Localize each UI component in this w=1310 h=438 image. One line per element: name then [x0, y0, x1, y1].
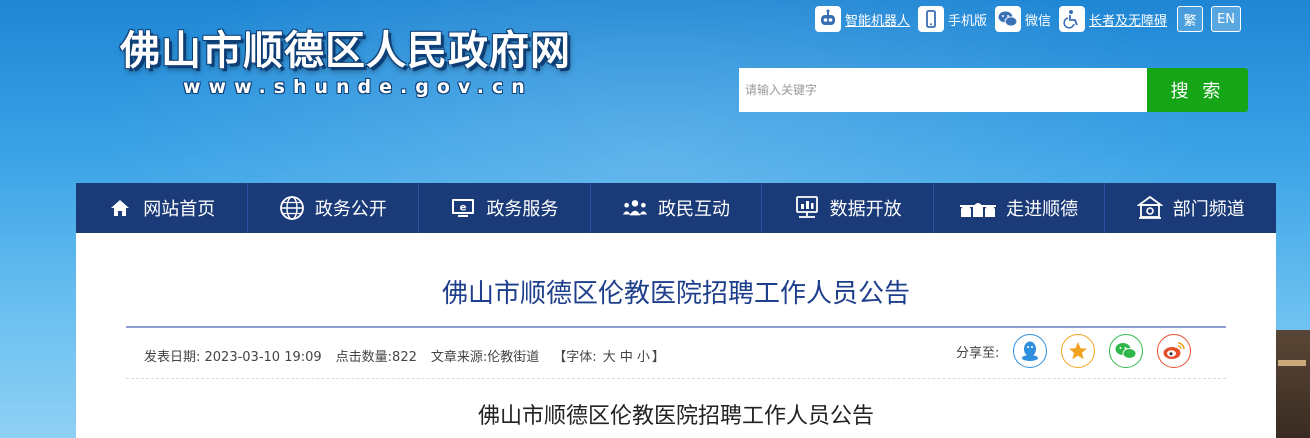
home-icon: [107, 195, 133, 221]
top-link-wechat-label: 微信: [1025, 13, 1052, 29]
publish-date: 发表日期: 2023-03-10 19:09: [144, 349, 322, 365]
font-size-suffix: 】: [651, 349, 665, 365]
top-link-robot-label: 智能机器人: [845, 13, 911, 29]
article-body-title: 佛山市顺德区伦教医院招聘工作人员公告: [477, 404, 874, 429]
nav-item-label: 走进顺德: [1006, 199, 1079, 220]
nav-item-label: 网站首页: [143, 199, 216, 220]
nav-item-interaction[interactable]: 政民互动: [591, 183, 763, 233]
font-size-large[interactable]: 大: [603, 350, 616, 365]
article-panel: 佛山市顺德区伦教医院招聘工作人员公告 发表日期: 2023-03-10 19:0…: [76, 233, 1276, 438]
nav-item-label: 政务服务: [486, 199, 559, 220]
nav-item-shunde[interactable]: 走进顺德: [934, 183, 1106, 233]
font-size-control: 【字体: 大中小】: [553, 346, 665, 365]
globe-icon: [279, 195, 305, 221]
article-source: 文章来源:伦教街道: [430, 349, 540, 365]
building-decoration: [1274, 330, 1310, 438]
nav-item-home[interactable]: 网站首页: [76, 183, 248, 233]
top-link-wechat[interactable]: 微信: [995, 6, 1051, 32]
article-title: 佛山市顺德区伦教医院招聘工作人员公告: [441, 279, 910, 309]
meta-divider: [126, 378, 1226, 379]
landmark-icon: [960, 195, 997, 221]
qq-icon[interactable]: [1013, 334, 1048, 368]
top-link-accessibility-label: 长者及无障碍: [1089, 13, 1168, 29]
department-icon: [1136, 195, 1163, 221]
wechat-icon: [995, 6, 1022, 32]
article-meta: 发表日期: 2023-03-10 19:09 点击数量:822 文章来源:伦教街…: [144, 343, 679, 367]
search-input[interactable]: [739, 68, 1147, 112]
lang-traditional-button[interactable]: 繁: [1177, 6, 1204, 32]
search-button[interactable]: 搜 索: [1147, 68, 1248, 112]
top-link-mobile-label: 手机版: [948, 13, 988, 29]
nav-item-gov-services[interactable]: e 政务服务: [419, 183, 591, 233]
nav-item-label: 政民互动: [658, 199, 731, 220]
nav-item-open-data[interactable]: 数据开放: [762, 183, 934, 233]
nav-item-label: 部门频道: [1172, 199, 1245, 220]
data-icon: [794, 195, 820, 221]
top-link-mobile[interactable]: 手机版: [918, 6, 987, 32]
top-links-bar: 智能机器人 手机版 微信 长者及无障碍 繁 EN: [815, 5, 1242, 33]
qzone-icon[interactable]: [1061, 334, 1096, 368]
people-icon: [622, 195, 648, 221]
nav-item-departments[interactable]: 部门频道: [1105, 183, 1276, 233]
nav-item-label: 数据开放: [829, 199, 902, 220]
lang-english-button[interactable]: EN: [1211, 6, 1242, 32]
accessibility-icon: [1059, 6, 1086, 32]
robot-icon: [815, 6, 841, 32]
site-logo-url: www.shunde.gov.cn: [183, 76, 533, 98]
main-nav: 网站首页 政务公开 e 政务服务 政民互动 数据开放 走进顺德 部门频道: [76, 183, 1276, 233]
title-divider: [126, 326, 1226, 328]
nav-item-gov-affairs[interactable]: 政务公开: [248, 183, 420, 233]
site-logo-title[interactable]: 佛山市顺德区人民政府网: [120, 18, 590, 78]
nav-item-label: 政务公开: [314, 199, 387, 220]
share-bar: 分享至:: [956, 333, 1205, 369]
mobile-icon: [918, 6, 945, 32]
weibo-icon[interactable]: [1157, 334, 1192, 368]
font-size-small[interactable]: 小: [637, 350, 650, 365]
wechat-share-icon[interactable]: [1109, 334, 1144, 368]
share-label: 分享至:: [956, 345, 1000, 361]
view-count: 点击数量:822: [335, 349, 417, 365]
font-size-prefix: 【字体:: [553, 349, 597, 365]
service-icon: e: [450, 195, 476, 221]
svg-text:e: e: [460, 203, 467, 214]
top-link-accessibility[interactable]: 长者及无障碍: [1059, 6, 1167, 32]
font-size-medium[interactable]: 中: [620, 350, 633, 365]
top-link-robot[interactable]: 智能机器人: [815, 6, 910, 32]
